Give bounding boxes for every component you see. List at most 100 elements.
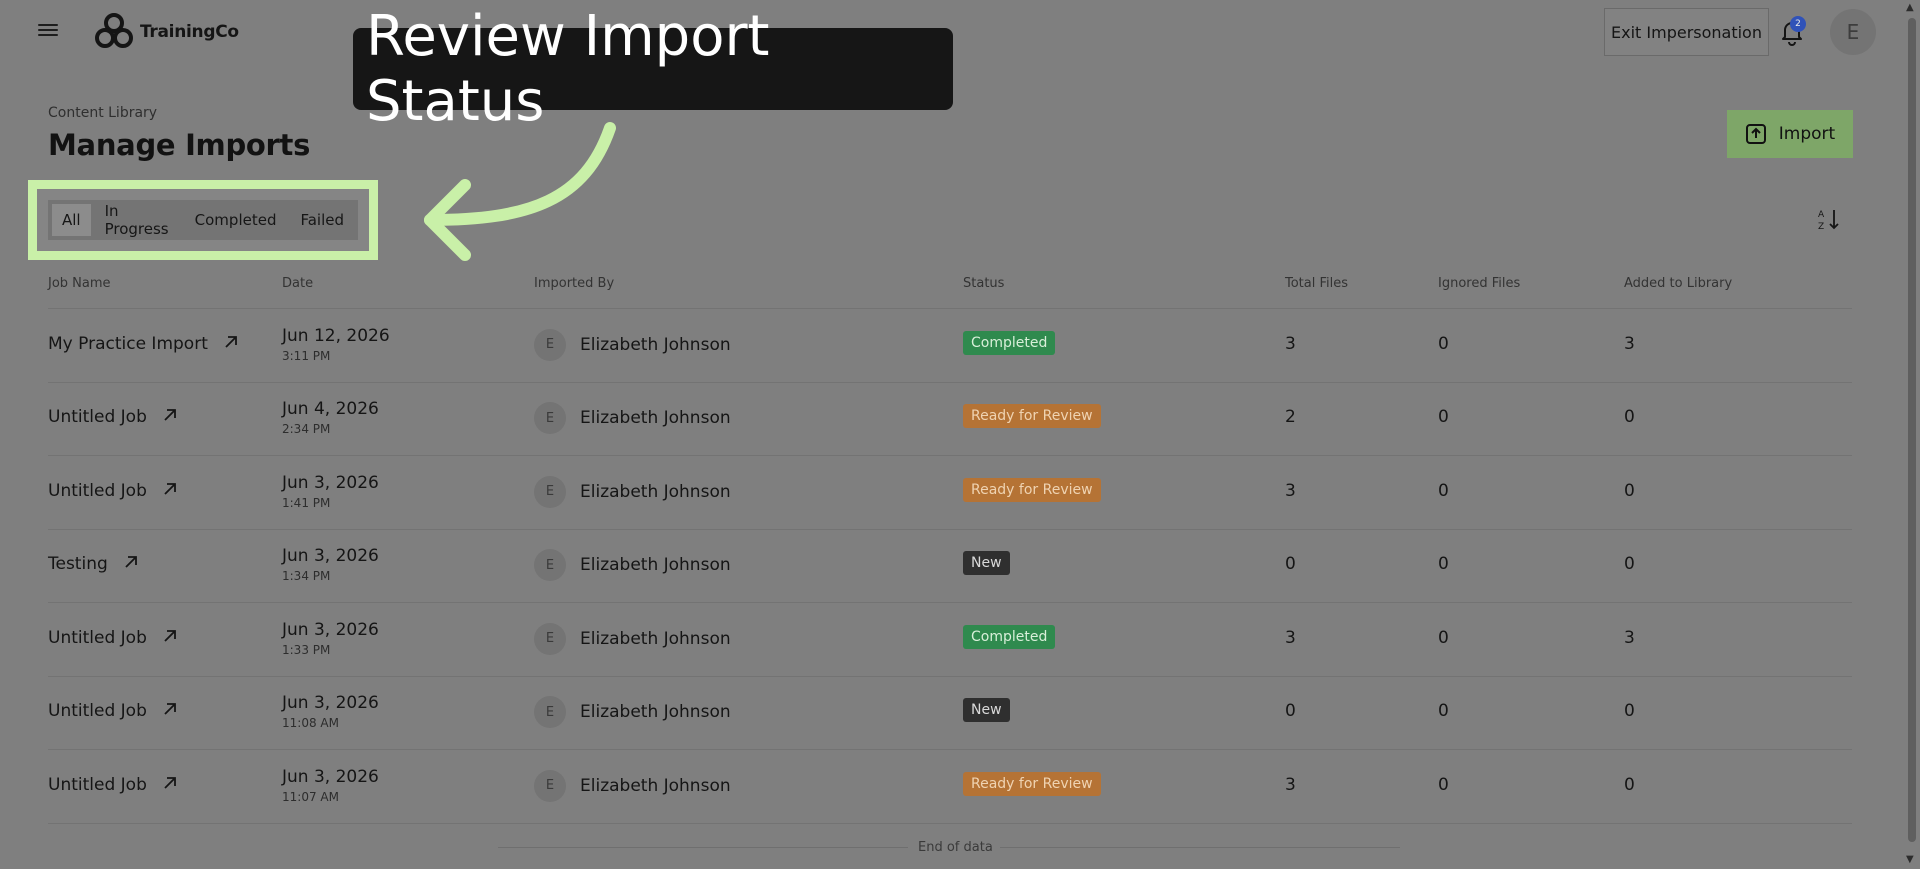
table-row-date: Jun 3, 2026 11:07 AM [282,767,379,804]
row-time: 1:33 PM [282,642,331,657]
user-avatar-small: E [534,549,566,582]
table-row-added: 0 [1624,775,1635,795]
job-name[interactable]: Untitled Job [48,775,147,795]
table-row-job[interactable]: Testing [48,554,138,574]
table-row-ignored: 0 [1438,407,1449,427]
table-row-status: Completed [963,330,1056,355]
col-header-imported-by[interactable]: Imported By [534,276,614,291]
col-header-date[interactable]: Date [282,276,313,291]
open-external-icon[interactable] [124,554,138,574]
table-row-date: Jun 4, 2026 2:34 PM [282,399,379,436]
table-row-date: Jun 3, 2026 1:41 PM [282,473,379,510]
table-row-added: 3 [1624,334,1635,354]
table-row-user: E Elizabeth Johnson [534,475,731,508]
menu-icon[interactable] [38,24,58,38]
table-row-total: 0 [1285,701,1296,721]
row-divider [48,602,1852,603]
table-row-job[interactable]: Untitled Job [48,701,177,721]
ignored-files: 0 [1438,774,1449,795]
table-row-total: 3 [1285,334,1296,354]
table-row-date: Jun 3, 2026 11:08 AM [282,693,379,730]
row-date: Jun 3, 2026 [282,766,379,787]
tab-failed[interactable]: Failed [290,204,354,236]
user-avatar[interactable]: E [1830,9,1876,55]
user-avatar-small: E [534,696,566,729]
table-row-ignored: 0 [1438,481,1449,501]
tab-completed[interactable]: Completed [185,204,287,236]
col-header-added-to-library[interactable]: Added to Library [1624,276,1732,291]
row-divider [48,749,1852,750]
scrollbar-thumb[interactable] [1908,18,1916,842]
job-name[interactable]: Untitled Job [48,407,147,427]
import-button[interactable]: Import [1727,110,1853,158]
table-row-job[interactable]: Untitled Job [48,628,177,648]
table-row-total: 3 [1285,775,1296,795]
scroll-down-icon[interactable]: ▼ [1906,854,1914,865]
table-row-job[interactable]: My Practice Import [48,334,238,354]
job-name[interactable]: Untitled Job [48,481,147,501]
added-to-library: 0 [1624,701,1635,722]
open-external-icon[interactable] [163,775,177,795]
table-row-job[interactable]: Untitled Job [48,407,177,427]
breadcrumb[interactable]: Content Library [48,105,157,121]
job-name[interactable]: My Practice Import [48,334,208,354]
row-divider [48,308,1852,309]
row-time: 1:34 PM [282,569,331,584]
status-badge: Ready for Review [963,404,1101,429]
exit-impersonation-button[interactable]: Exit Impersonation [1604,8,1769,56]
table-row-status: Ready for Review [963,404,1101,429]
row-date: Jun 12, 2026 [282,325,390,346]
status-badge: New [963,698,1010,723]
col-header-job-name[interactable]: Job Name [48,276,111,291]
row-time: 11:08 AM [282,716,339,731]
table-row-status: New [963,698,1010,723]
notification-badge: 2 [1790,16,1806,32]
row-divider [48,381,1852,383]
table-row-ignored: 0 [1438,334,1449,354]
status-badge: Ready for Review [963,477,1101,502]
status-filter-tabs: All In Progress Completed Failed [48,200,358,240]
table-row-job[interactable]: Untitled Job [48,481,177,501]
scroll-up-icon[interactable]: ▲ [1906,2,1914,13]
added-to-library: 0 [1624,774,1635,795]
table-row-date: Jun 3, 2026 1:33 PM [282,620,379,657]
table-row-added: 0 [1624,701,1635,721]
table-row-ignored: 0 [1438,701,1449,721]
open-external-icon[interactable] [224,334,238,354]
open-external-icon[interactable] [163,628,177,648]
tab-all[interactable]: All [52,204,91,236]
table-row-job[interactable]: Untitled Job [48,775,177,795]
svg-text:A: A [1818,210,1825,220]
table-row-user: E Elizabeth Johnson [534,696,731,729]
open-external-icon[interactable] [163,701,177,721]
tab-in-progress[interactable]: In Progress [95,202,181,238]
logo-text: TrainingCo [140,22,239,42]
table-row-status: Ready for Review [963,771,1101,796]
app-logo[interactable]: TrainingCo [94,12,239,52]
table-row-user: E Elizabeth Johnson [534,622,731,655]
row-time: 11:07 AM [282,789,339,804]
open-external-icon[interactable] [163,481,177,501]
job-name[interactable]: Testing [48,554,108,574]
table-row-date: Jun 12, 2026 3:11 PM [282,326,390,363]
row-time: 3:11 PM [282,348,331,363]
table-row-status: New [963,551,1010,576]
ignored-files: 0 [1438,627,1449,648]
table-row-added: 3 [1624,628,1635,648]
col-header-total-files[interactable]: Total Files [1285,276,1348,291]
job-name[interactable]: Untitled Job [48,701,147,721]
row-divider [48,675,1852,677]
col-header-ignored-files[interactable]: Ignored Files [1438,276,1520,291]
job-name[interactable]: Untitled Job [48,628,147,648]
annotation-callout: Review Import Status [353,4,953,134]
table-row-added: 0 [1624,407,1635,427]
open-external-icon[interactable] [163,407,177,427]
col-header-status[interactable]: Status [963,276,1004,291]
imported-by-name: Elizabeth Johnson [580,555,731,576]
total-files: 0 [1285,554,1296,575]
added-to-library: 0 [1624,480,1635,501]
sort-alpha-icon[interactable]: A Z [1818,207,1840,232]
table-row-added: 0 [1624,554,1635,574]
row-date: Jun 3, 2026 [282,619,379,640]
added-to-library: 0 [1624,407,1635,428]
